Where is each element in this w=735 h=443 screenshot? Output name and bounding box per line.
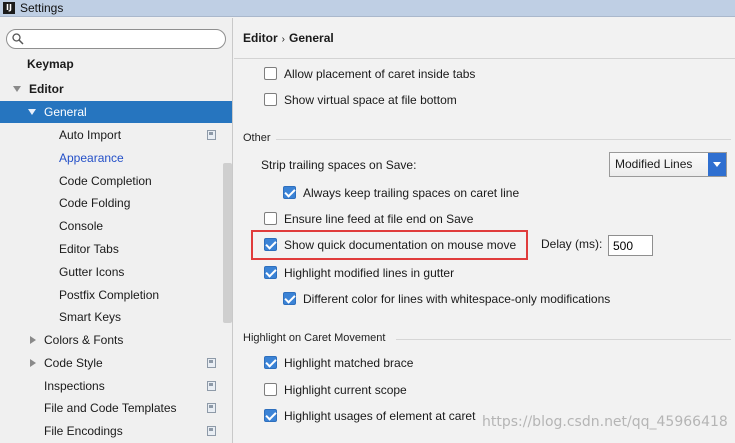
checkbox[interactable] bbox=[264, 93, 277, 106]
checkbox[interactable] bbox=[264, 356, 277, 369]
checkbox[interactable] bbox=[283, 186, 296, 199]
checkbox[interactable] bbox=[264, 383, 277, 396]
checkbox[interactable] bbox=[264, 409, 277, 422]
strip-trailing-label: Strip trailing spaces on Save: bbox=[261, 158, 417, 172]
sidebar-item-console[interactable]: Console bbox=[0, 215, 232, 237]
watermark-text: https://blog.csdn.net/qq_45966418 bbox=[482, 414, 728, 430]
section-title-other: Other bbox=[243, 132, 271, 144]
project-settings-icon bbox=[207, 130, 216, 140]
checkbox[interactable] bbox=[264, 212, 277, 225]
project-settings-icon bbox=[207, 381, 216, 391]
section-title-caret-movement: Highlight on Caret Movement bbox=[243, 332, 386, 344]
breadcrumb-separator: › bbox=[281, 34, 286, 45]
sidebar-item-code-completion[interactable]: Code Completion bbox=[0, 170, 232, 192]
sidebar-item-file-code-templates[interactable]: File and Code Templates bbox=[0, 397, 232, 419]
header-divider bbox=[234, 58, 735, 59]
window-title: Settings bbox=[20, 1, 64, 15]
settings-content: Editor › General Allow placement of caret … bbox=[234, 18, 735, 443]
breadcrumb-current: General bbox=[289, 31, 334, 45]
checkbox[interactable] bbox=[264, 266, 277, 279]
expanded-arrow-icon[interactable] bbox=[28, 109, 36, 115]
sidebar-item-editor-tabs[interactable]: Editor Tabs bbox=[0, 238, 232, 260]
sidebar-item-code-folding[interactable]: Code Folding bbox=[0, 192, 232, 214]
sidebar-item-appearance[interactable]: Appearance bbox=[0, 147, 232, 169]
dropdown-arrow-icon[interactable] bbox=[708, 153, 726, 176]
project-settings-icon bbox=[207, 358, 216, 368]
sidebar-item-colors-fonts[interactable]: Colors & Fonts bbox=[0, 329, 232, 351]
checkbox[interactable] bbox=[283, 292, 296, 305]
project-settings-icon bbox=[207, 403, 216, 413]
sidebar-item-file-encodings[interactable]: File Encodings bbox=[0, 420, 232, 442]
checkbox[interactable] bbox=[264, 67, 277, 80]
strip-trailing-select[interactable]: Modified Lines bbox=[609, 152, 727, 177]
title-bar: IJ Settings bbox=[0, 0, 735, 17]
sidebar-item-auto-import[interactable]: Auto Import bbox=[0, 124, 232, 146]
sidebar-item-general[interactable]: General bbox=[0, 101, 232, 123]
sidebar-item-code-style[interactable]: Code Style bbox=[0, 352, 232, 374]
collapsed-arrow-icon[interactable] bbox=[30, 359, 36, 367]
section-divider bbox=[396, 339, 731, 340]
search-field[interactable] bbox=[6, 29, 226, 49]
section-divider bbox=[276, 139, 731, 140]
delay-label: Delay (ms): bbox=[541, 237, 603, 251]
expanded-arrow-icon[interactable] bbox=[13, 86, 21, 92]
collapsed-arrow-icon[interactable] bbox=[30, 336, 36, 344]
sidebar-item-inspections[interactable]: Inspections bbox=[0, 375, 232, 397]
search-input[interactable] bbox=[29, 32, 219, 46]
delay-input[interactable] bbox=[608, 235, 653, 256]
sidebar-item-gutter-icons[interactable]: Gutter Icons bbox=[0, 261, 232, 283]
sidebar-item-editor[interactable]: Editor bbox=[0, 78, 232, 100]
checkbox[interactable] bbox=[264, 238, 277, 251]
sidebar-item-postfix-completion[interactable]: Postfix Completion bbox=[0, 284, 232, 306]
sidebar-scrollbar[interactable] bbox=[223, 163, 232, 323]
sidebar-item-smart-keys[interactable]: Smart Keys bbox=[0, 306, 232, 328]
settings-sidebar: Keymap Editor General Auto Import Appear… bbox=[0, 18, 233, 443]
project-settings-icon bbox=[207, 426, 216, 436]
breadcrumb: Editor › General bbox=[243, 31, 334, 45]
sidebar-item-keymap[interactable]: Keymap bbox=[0, 53, 232, 75]
intellij-app-icon: IJ bbox=[3, 2, 15, 14]
breadcrumb-parent: Editor bbox=[243, 31, 278, 45]
search-icon bbox=[12, 33, 24, 45]
